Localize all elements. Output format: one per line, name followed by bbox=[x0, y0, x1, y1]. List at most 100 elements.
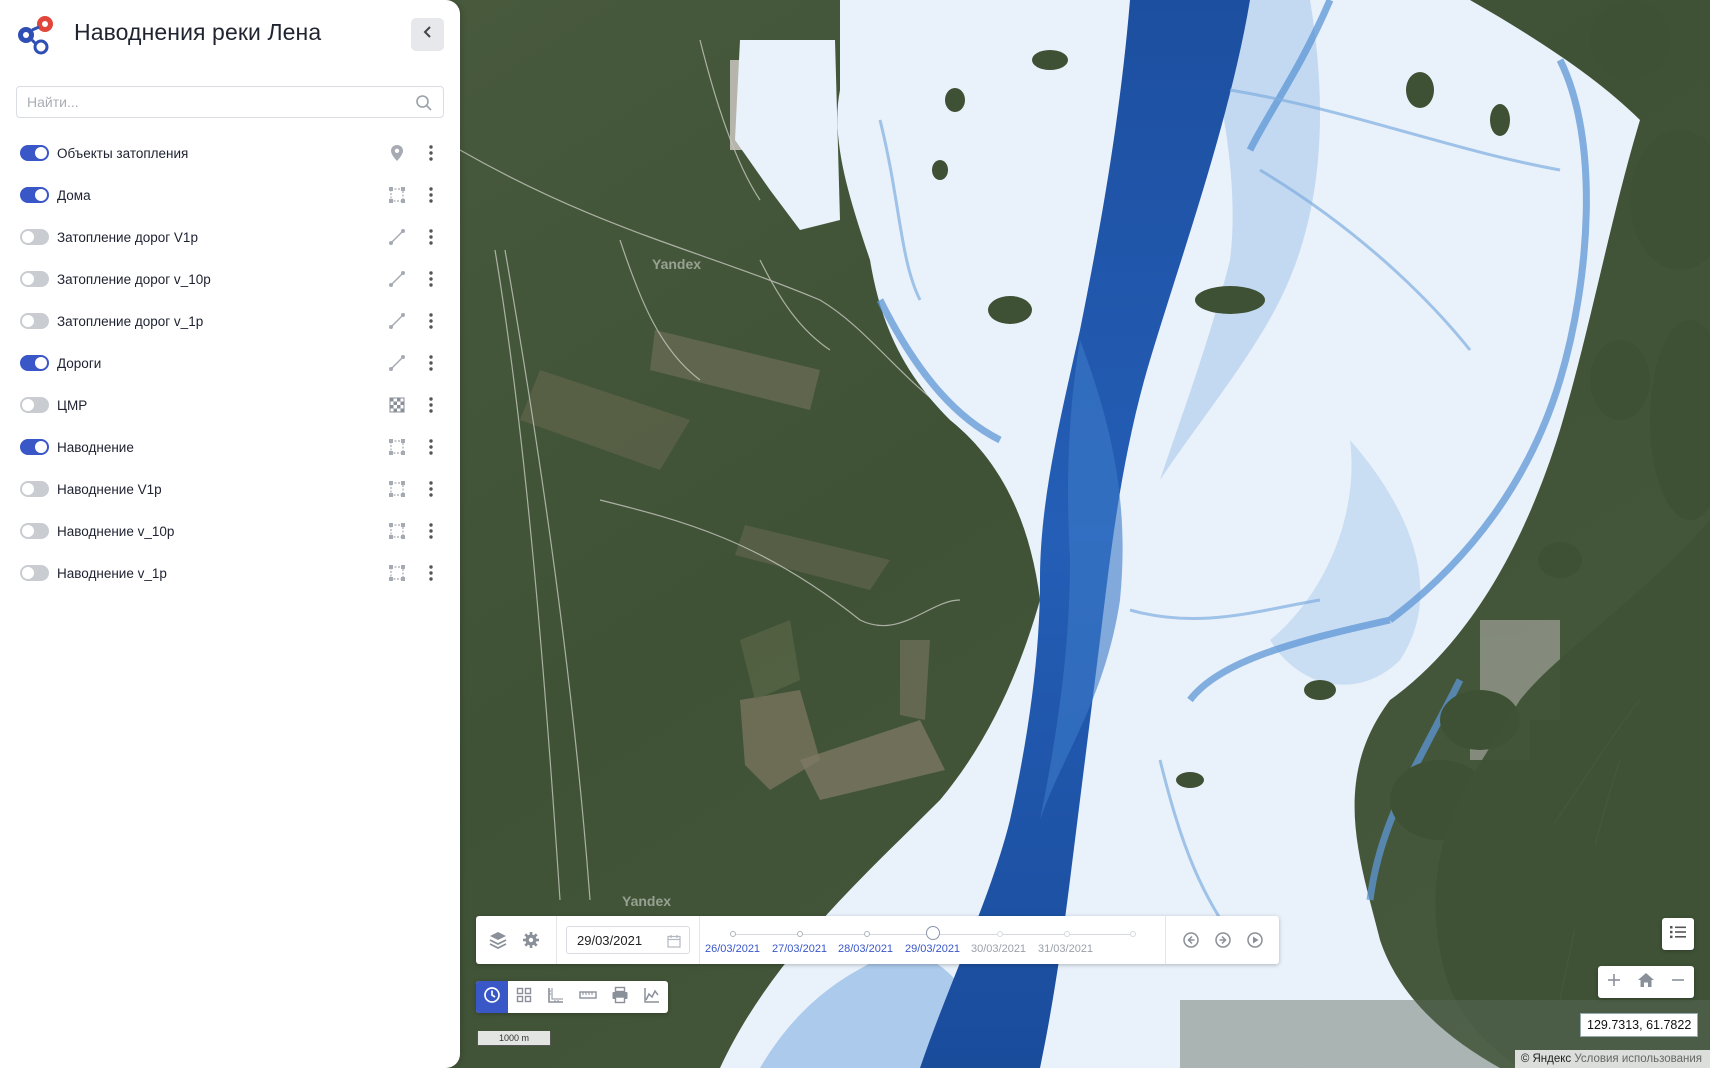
layer-visibility-toggle[interactable] bbox=[20, 481, 49, 497]
layer-label: Наводнение v_10p bbox=[57, 523, 175, 539]
layer-label: Затопление дорог v_10p bbox=[57, 271, 211, 287]
gear-icon[interactable] bbox=[521, 930, 541, 950]
map-watermark: Yandex bbox=[652, 256, 702, 272]
timeline-date-label[interactable]: 30/03/2021 bbox=[971, 943, 1026, 955]
kebab-menu-icon[interactable] bbox=[422, 479, 440, 499]
layer-item: ЦМР bbox=[0, 384, 460, 426]
line-icon bbox=[386, 354, 408, 372]
polygon-icon bbox=[386, 564, 408, 582]
chevron-left-icon bbox=[421, 25, 435, 44]
layer-item: Затопление дорог V1p bbox=[0, 216, 460, 258]
kebab-menu-icon[interactable] bbox=[422, 353, 440, 373]
layer-item: Дома bbox=[0, 174, 460, 216]
home-button[interactable] bbox=[1630, 966, 1662, 998]
timeline-tick[interactable] bbox=[730, 931, 736, 937]
layer-item: Наводнение bbox=[0, 426, 460, 468]
kebab-menu-icon[interactable] bbox=[422, 143, 440, 163]
timeline-date-label[interactable]: 26/03/2021 bbox=[705, 943, 760, 955]
play-circle-icon[interactable] bbox=[1245, 930, 1265, 950]
timeline-tick[interactable] bbox=[1064, 931, 1070, 937]
legend-button[interactable] bbox=[1662, 918, 1694, 950]
layer-list: Объекты затопления Дома Затопление дорог… bbox=[0, 132, 460, 594]
layer-item: Наводнение V1p bbox=[0, 468, 460, 510]
minus-icon bbox=[1670, 972, 1686, 993]
timeline-tick[interactable] bbox=[864, 931, 870, 937]
kebab-menu-icon[interactable] bbox=[422, 563, 440, 583]
layer-visibility-toggle[interactable] bbox=[20, 145, 49, 161]
date-input[interactable]: 29/03/2021 bbox=[566, 926, 690, 954]
kebab-menu-icon[interactable] bbox=[422, 521, 440, 541]
collapse-sidebar-button[interactable] bbox=[411, 18, 444, 51]
angle-ruler-icon bbox=[547, 986, 565, 1009]
layer-item: Наводнение v_10p bbox=[0, 510, 460, 552]
layer-item: Затопление дорог v_1p bbox=[0, 300, 460, 342]
ruler-icon bbox=[579, 988, 597, 1006]
layers-sidebar: Наводнения реки Лена Объекты затопления … bbox=[0, 0, 460, 1068]
kebab-menu-icon[interactable] bbox=[422, 185, 440, 205]
layer-visibility-toggle[interactable] bbox=[20, 313, 49, 329]
kebab-menu-icon[interactable] bbox=[422, 395, 440, 415]
search-input[interactable] bbox=[17, 87, 417, 117]
layer-visibility-toggle[interactable] bbox=[20, 439, 49, 455]
kebab-menu-icon[interactable] bbox=[422, 269, 440, 289]
layers-icon[interactable] bbox=[488, 930, 508, 950]
timeline-date-label[interactable]: 31/03/2021 bbox=[1038, 943, 1093, 955]
layer-item: Наводнение v_1p bbox=[0, 552, 460, 594]
timeline-tick[interactable] bbox=[997, 931, 1003, 937]
layer-label: Затопление дорог v_1p bbox=[57, 313, 204, 329]
layer-visibility-toggle[interactable] bbox=[20, 187, 49, 203]
map-watermark: Yandex bbox=[622, 893, 672, 909]
measure-area-tool-button[interactable] bbox=[540, 981, 572, 1013]
time-tool-button[interactable] bbox=[476, 981, 508, 1013]
layer-item: Затопление дорог v_10p bbox=[0, 258, 460, 300]
measure-distance-tool-button[interactable] bbox=[572, 981, 604, 1013]
timeline-tick[interactable] bbox=[1130, 931, 1136, 937]
layer-visibility-toggle[interactable] bbox=[20, 397, 49, 413]
arrow-left-circle-icon[interactable] bbox=[1181, 930, 1201, 950]
terms-of-use-link[interactable]: Условия использования bbox=[1574, 1053, 1702, 1065]
layer-search bbox=[16, 86, 444, 118]
layer-visibility-toggle[interactable] bbox=[20, 271, 49, 287]
calendar-icon[interactable] bbox=[667, 934, 681, 951]
search-icon[interactable] bbox=[415, 94, 433, 117]
grid-tool-button[interactable] bbox=[508, 981, 540, 1013]
printer-icon bbox=[611, 986, 629, 1009]
layer-visibility-toggle[interactable] bbox=[20, 355, 49, 371]
layer-visibility-toggle[interactable] bbox=[20, 229, 49, 245]
arrow-right-circle-icon[interactable] bbox=[1213, 930, 1233, 950]
timeline-panel: 29/03/2021 26/03/2021 27/03/2021 28/03/2… bbox=[476, 916, 1279, 964]
layer-label: Наводнение V1p bbox=[57, 481, 162, 497]
print-tool-button[interactable] bbox=[604, 981, 636, 1013]
polygon-icon bbox=[386, 438, 408, 456]
map-tools-toolbar bbox=[476, 981, 668, 1013]
timeline-date-label[interactable]: 27/03/2021 bbox=[772, 943, 827, 955]
layer-label: Объекты затопления bbox=[57, 145, 189, 161]
layer-label: Наводнение v_1p bbox=[57, 565, 167, 581]
timeline-date-label[interactable]: 29/03/2021 bbox=[905, 943, 960, 955]
kebab-menu-icon[interactable] bbox=[422, 311, 440, 331]
line-icon bbox=[386, 312, 408, 330]
clock-icon bbox=[483, 986, 501, 1009]
timeline-date-label[interactable]: 28/03/2021 bbox=[838, 943, 893, 955]
zoom-in-button[interactable] bbox=[1598, 966, 1630, 998]
raster-icon bbox=[386, 396, 408, 414]
app-title: Наводнения реки Лена bbox=[74, 19, 322, 45]
area-chart-icon bbox=[643, 986, 661, 1009]
layer-label: Дома bbox=[57, 187, 91, 203]
timeline-current-handle[interactable] bbox=[926, 926, 940, 940]
chart-tool-button[interactable] bbox=[636, 981, 668, 1013]
line-icon bbox=[386, 270, 408, 288]
kebab-menu-icon[interactable] bbox=[422, 227, 440, 247]
date-input-value: 29/03/2021 bbox=[577, 933, 643, 948]
zoom-out-button[interactable] bbox=[1662, 966, 1694, 998]
layer-visibility-toggle[interactable] bbox=[20, 523, 49, 539]
line-icon bbox=[386, 228, 408, 246]
kebab-menu-icon[interactable] bbox=[422, 437, 440, 457]
grid-icon bbox=[516, 987, 532, 1008]
map-pin-icon bbox=[386, 144, 408, 162]
layer-label: Наводнение bbox=[57, 439, 134, 455]
timeline-tick[interactable] bbox=[797, 931, 803, 937]
layer-visibility-toggle[interactable] bbox=[20, 565, 49, 581]
plus-icon bbox=[1606, 972, 1622, 993]
polygon-icon bbox=[386, 480, 408, 498]
